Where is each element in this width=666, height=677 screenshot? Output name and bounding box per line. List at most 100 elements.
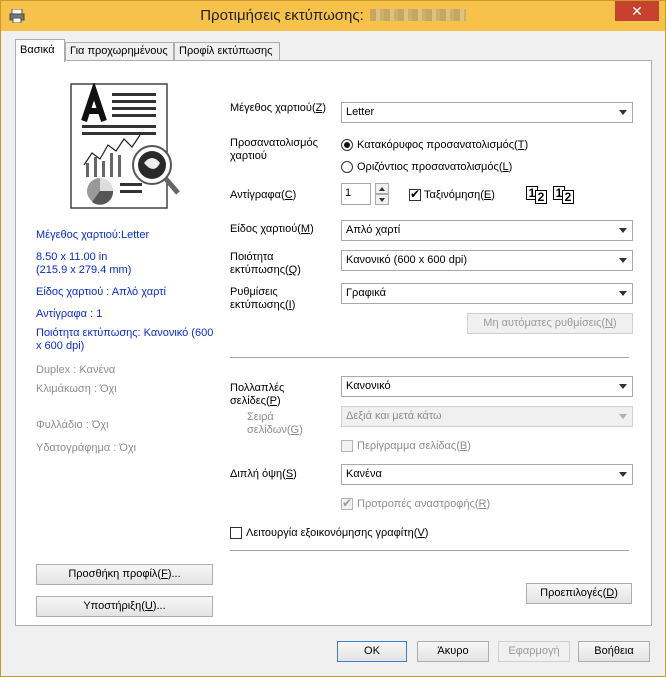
duplex-label-text: Διπλή όψη bbox=[230, 468, 283, 480]
paper-size-select[interactable]: Letter bbox=[341, 102, 633, 123]
apply-button[interactable]: Εφαρμογή bbox=[498, 641, 570, 662]
reverse-prompt-accel: R bbox=[478, 498, 487, 510]
support-button[interactable]: Υποστήριξη(U)... bbox=[36, 596, 213, 617]
copies-input[interactable]: 1 bbox=[341, 183, 371, 205]
divider bbox=[230, 550, 629, 551]
collate-checkbox[interactable]: ✔ bbox=[409, 187, 421, 201]
summary-media-type: Είδος χαρτιού : Απλό χαρτί bbox=[36, 286, 166, 298]
landscape-radio[interactable] bbox=[341, 161, 353, 173]
border-line-label[interactable]: Περίγραμμα σελίδας(B) bbox=[357, 440, 471, 453]
paper-size-label: Μέγεθος χαρτιού(Z) bbox=[230, 102, 327, 114]
quality-label-text: εκτύπωσης bbox=[230, 264, 285, 276]
page-preview-illustration bbox=[70, 83, 180, 209]
manual-settings-accel: N bbox=[605, 317, 614, 329]
portrait-label[interactable]: Κατακόρυφος προσανατολισμός(T) bbox=[357, 139, 528, 152]
settings-label-line2: εκτύπωσης(I) bbox=[230, 299, 296, 311]
tab-print-profiles[interactable]: Προφίλ εκτύπωσης bbox=[174, 42, 280, 61]
print-settings-select[interactable]: Γραφικά bbox=[341, 283, 633, 304]
landscape-label[interactable]: Οριζόντιος προσανατολισμός(L) bbox=[357, 161, 512, 174]
duplex-select[interactable]: Κανένα bbox=[341, 464, 633, 485]
close-button[interactable]: ✕ bbox=[615, 1, 659, 21]
border-line-accel: B bbox=[459, 440, 468, 452]
add-profile-button[interactable]: Προσθήκη προφίλ(F)... bbox=[36, 564, 213, 585]
chevron-down-icon bbox=[619, 472, 627, 477]
chevron-down-icon bbox=[619, 291, 627, 296]
help-button[interactable]: Βοήθεια bbox=[578, 641, 650, 662]
print-settings-value: Γραφικά bbox=[346, 287, 386, 299]
add-profile-text: Προσθήκη προφίλ bbox=[68, 568, 158, 580]
quality-accel: Q bbox=[288, 264, 298, 276]
summary-scaling: Κλιμάκωση : Όχι bbox=[36, 383, 117, 395]
chevron-down-icon bbox=[619, 258, 627, 263]
media-type-label-text: Είδος χαρτιού bbox=[230, 223, 298, 235]
chevron-down-icon bbox=[619, 110, 627, 115]
title-bar: Προτιμήσεις εκτύπωσης: ✕ bbox=[1, 1, 665, 31]
multipage-label-line2: σελίδες(P) bbox=[230, 395, 281, 407]
copies-decrement-button[interactable] bbox=[375, 194, 389, 205]
settings-label-line1: Ρυθμίσεις bbox=[230, 286, 278, 298]
collate-label[interactable]: Ταξινόμηση(E) bbox=[424, 189, 495, 202]
defaults-button[interactable]: Προεπιλογές(D) bbox=[526, 583, 632, 604]
page-order-value: Δεξιά και μετά κάτω bbox=[346, 410, 442, 422]
summary-paper-size: Μέγεθος χαρτιού:Letter bbox=[36, 229, 150, 241]
landscape-text: Οριζόντιος προσανατολισμός bbox=[357, 161, 499, 173]
quality-label-line1: Ποιότητα bbox=[230, 251, 274, 263]
print-quality-select[interactable]: Κανονικό (600 x 600 dpi) bbox=[341, 250, 633, 271]
arrow-down-icon bbox=[379, 198, 385, 202]
summary-dimensions-mm: (215.9 x 279.4 mm) bbox=[36, 264, 132, 276]
divider bbox=[230, 357, 629, 358]
paper-size-accel: Z bbox=[315, 102, 323, 114]
collate-glyph-4: 2 bbox=[562, 190, 574, 204]
tab-advanced[interactable]: Για προχωρημένους bbox=[65, 42, 174, 61]
quality-label-line2: εκτύπωσης(Q) bbox=[230, 264, 301, 276]
chevron-down-icon bbox=[619, 384, 627, 389]
checkmark-icon: ✔ bbox=[410, 187, 421, 201]
reverse-prompt-text: Προτροπές αναστροφής bbox=[357, 498, 475, 510]
portrait-accel: T bbox=[517, 139, 525, 151]
duplex-label: Διπλή όψη(S) bbox=[230, 468, 297, 480]
toner-save-accel: V bbox=[417, 527, 425, 539]
toner-save-label[interactable]: Λειτουργία εξοικονόμησης γραφίτη(V) bbox=[246, 527, 428, 540]
reverse-prompt-label[interactable]: Προτροπές αναστροφής(R) bbox=[357, 498, 490, 511]
copies-spinner: 1 bbox=[341, 183, 389, 205]
window-title-text: Προτιμήσεις εκτύπωσης: bbox=[200, 7, 364, 24]
multipage-label-text: σελίδες bbox=[230, 395, 266, 407]
copies-increment-button[interactable] bbox=[375, 183, 389, 194]
page-order-select[interactable]: Δεξιά και μετά κάτω bbox=[341, 406, 633, 427]
duplex-accel: S bbox=[285, 468, 294, 480]
cancel-button[interactable]: Άκυρο bbox=[417, 641, 489, 662]
media-type-label: Είδος χαρτιού(M) bbox=[230, 223, 314, 235]
toner-save-checkbox[interactable] bbox=[230, 527, 242, 539]
orientation-label-line1: Προσανατολισμός bbox=[230, 137, 318, 149]
border-line-text: Περίγραμμα σελίδας bbox=[357, 440, 457, 452]
defaults-accel: D bbox=[606, 587, 615, 599]
tab-basic[interactable]: Βασικά bbox=[15, 39, 65, 62]
page-order-label-text: σελίδων bbox=[247, 424, 287, 436]
portrait-radio[interactable] bbox=[341, 139, 353, 151]
media-type-accel: M bbox=[300, 223, 311, 235]
manual-settings-button[interactable]: Μη αυτόματες ρυθμίσεις(N) bbox=[467, 313, 633, 334]
settings-accel: I bbox=[288, 299, 292, 311]
print-quality-value: Κανονικό (600 x 600 dpi) bbox=[346, 254, 468, 266]
copies-label-text: Αντίγραφα bbox=[230, 189, 282, 201]
multiple-page-select[interactable]: Κανονικό bbox=[341, 376, 633, 397]
support-accel: U bbox=[144, 600, 153, 612]
copies-label: Αντίγραφα(C) bbox=[230, 189, 297, 201]
reverse-prompt-checkbox[interactable]: ✔ bbox=[341, 496, 353, 510]
multipage-label-line1: Πολλαπλές bbox=[230, 382, 285, 394]
summary-dimensions-in: 8.50 x 11.00 in bbox=[36, 251, 108, 263]
summary-watermark: Υδατογράφημα : Όχι bbox=[36, 442, 137, 454]
multiple-page-value: Κανονικό bbox=[346, 380, 391, 392]
page-order-label-line2: σελίδων(G) bbox=[247, 424, 303, 436]
media-type-value: Απλό χαρτί bbox=[346, 224, 401, 236]
ok-button[interactable]: OK bbox=[337, 641, 407, 662]
chevron-down-icon bbox=[619, 414, 627, 419]
border-line-checkbox[interactable] bbox=[341, 440, 353, 452]
printing-preferences-window: Προτιμήσεις εκτύπωσης: ✕ Βασικά Για προχ… bbox=[0, 0, 666, 677]
collate-text: Ταξινόμηση bbox=[424, 189, 481, 201]
arrow-up-icon bbox=[379, 187, 385, 191]
media-type-select[interactable]: Απλό χαρτί bbox=[341, 220, 633, 241]
collate-pages-icon: 1 2 1 2 bbox=[526, 186, 580, 204]
add-profile-accel: F bbox=[161, 568, 168, 580]
landscape-accel: L bbox=[502, 161, 509, 173]
